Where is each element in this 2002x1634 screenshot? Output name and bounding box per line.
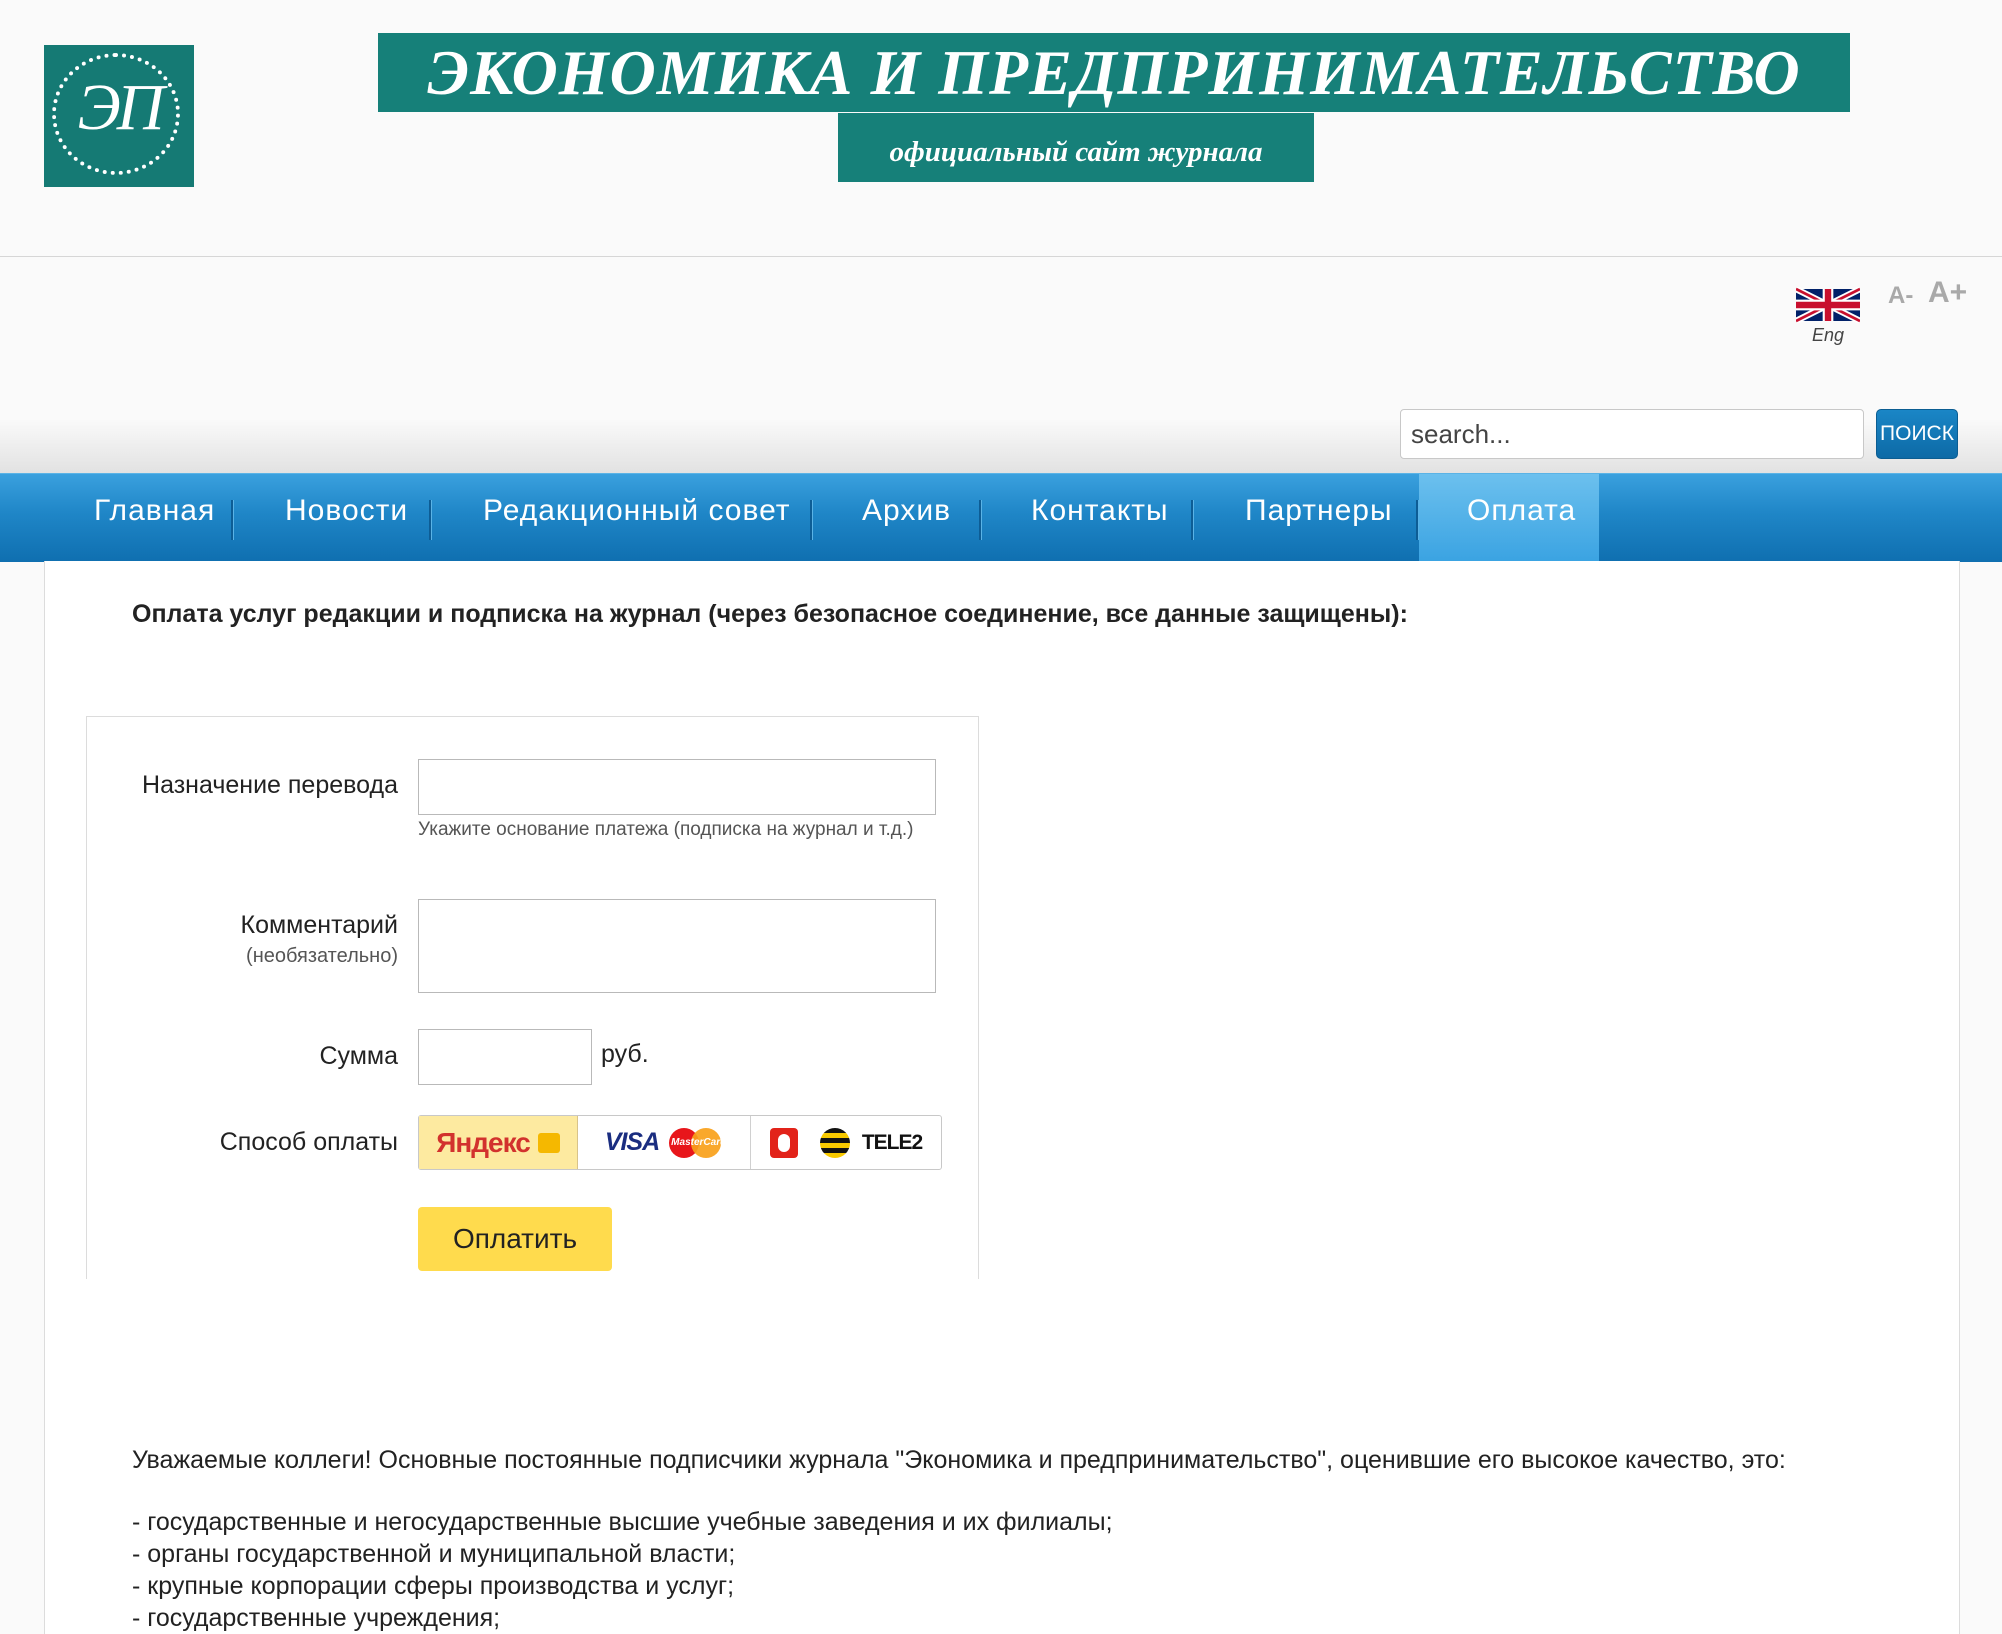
list-item: - крупные корпорации сферы производства … bbox=[132, 1572, 735, 1600]
nav-item-news[interactable]: Новости bbox=[285, 474, 408, 562]
pay-button[interactable]: Оплатить bbox=[418, 1207, 612, 1271]
yandex-logo: Яндекс bbox=[436, 1126, 531, 1158]
site-title-band: ЭКОНОМИКА И ПРЕДПРИНИМАТЕЛЬСТВО bbox=[378, 33, 1850, 112]
search-button[interactable]: ПОИСК bbox=[1876, 409, 1958, 459]
nav-item-payment[interactable]: Оплата bbox=[1467, 474, 1576, 562]
main-nav: Главная Новости Редакционный совет Архив… bbox=[0, 473, 2002, 562]
wallet-icon bbox=[537, 1132, 560, 1153]
mts-logo-icon bbox=[769, 1127, 798, 1158]
nav-separator bbox=[810, 500, 812, 540]
comment-textarea[interactable] bbox=[418, 899, 936, 993]
nav-separator bbox=[1416, 500, 1418, 540]
visa-logo: VISA bbox=[604, 1128, 660, 1156]
mastercard-label: MasterCard bbox=[671, 1136, 727, 1148]
payment-method-label: Способ оплаты bbox=[219, 1128, 398, 1156]
purpose-hint: Укажите основание платежа (подписка на ж… bbox=[418, 819, 914, 840]
nav-item-editorial-board[interactable]: Редакционный совет bbox=[483, 474, 791, 562]
purpose-input[interactable] bbox=[418, 759, 936, 815]
payment-option-mobile[interactable]: TELE2 bbox=[751, 1116, 941, 1169]
subscribers-intro: Уважаемые коллеги! Основные постоянные п… bbox=[132, 1446, 1786, 1474]
site-title: ЭКОНОМИКА И ПРЕДПРИНИМАТЕЛЬСТВО bbox=[427, 36, 1801, 108]
list-item: - государственные учреждения; bbox=[132, 1604, 501, 1632]
font-decrease-button[interactable]: A- bbox=[1888, 282, 1913, 310]
site-subtitle-band: официальный сайт журнала bbox=[838, 113, 1314, 182]
purpose-label: Назначение перевода bbox=[142, 771, 398, 799]
comment-optional-label: (необязательно) bbox=[246, 945, 398, 967]
payment-option-bank-card[interactable]: VISA MasterCard bbox=[578, 1116, 751, 1169]
amount-unit: руб. bbox=[601, 1040, 649, 1068]
amount-input[interactable] bbox=[418, 1029, 592, 1085]
comment-label: Комментарий bbox=[240, 911, 398, 939]
logo-text: ЭП bbox=[77, 71, 165, 144]
list-item: - государственные и негосударственные вы… bbox=[132, 1508, 1113, 1536]
font-increase-button[interactable]: A+ bbox=[1928, 276, 1967, 310]
nav-separator bbox=[979, 500, 981, 540]
nav-item-partners[interactable]: Партнеры bbox=[1245, 474, 1393, 562]
tele2-logo: TELE2 bbox=[861, 1130, 923, 1154]
language-switch-label[interactable]: Eng bbox=[1796, 325, 1860, 346]
nav-separator bbox=[1191, 500, 1193, 540]
nav-item-contacts[interactable]: Контакты bbox=[1031, 474, 1169, 562]
payment-method-selector: Яндекс VISA MasterCard TELE2 bbox=[418, 1115, 942, 1170]
payment-option-yandex[interactable]: Яндекс bbox=[419, 1116, 578, 1169]
uk-flag-icon[interactable] bbox=[1796, 287, 1860, 323]
list-item: - органы государственной и муниципальной… bbox=[132, 1540, 736, 1568]
nav-item-archive[interactable]: Архив bbox=[862, 474, 951, 562]
amount-label: Сумма bbox=[319, 1042, 398, 1070]
nav-item-home[interactable]: Главная bbox=[94, 474, 215, 562]
page-heading: Оплата услуг редакции и подписка на журн… bbox=[132, 600, 1408, 628]
nav-separator bbox=[429, 500, 431, 540]
beeline-logo-icon bbox=[819, 1127, 850, 1158]
site-header: ЭП ЭКОНОМИКА И ПРЕДПРИНИМАТЕЛЬСТВО офици… bbox=[0, 0, 2002, 257]
site-logo[interactable]: ЭП bbox=[44, 45, 194, 187]
mastercard-logo: MasterCard bbox=[669, 1127, 727, 1158]
search-input[interactable]: search... bbox=[1400, 409, 1864, 459]
nav-separator bbox=[231, 500, 233, 540]
site-subtitle: официальный сайт журнала bbox=[889, 136, 1263, 168]
